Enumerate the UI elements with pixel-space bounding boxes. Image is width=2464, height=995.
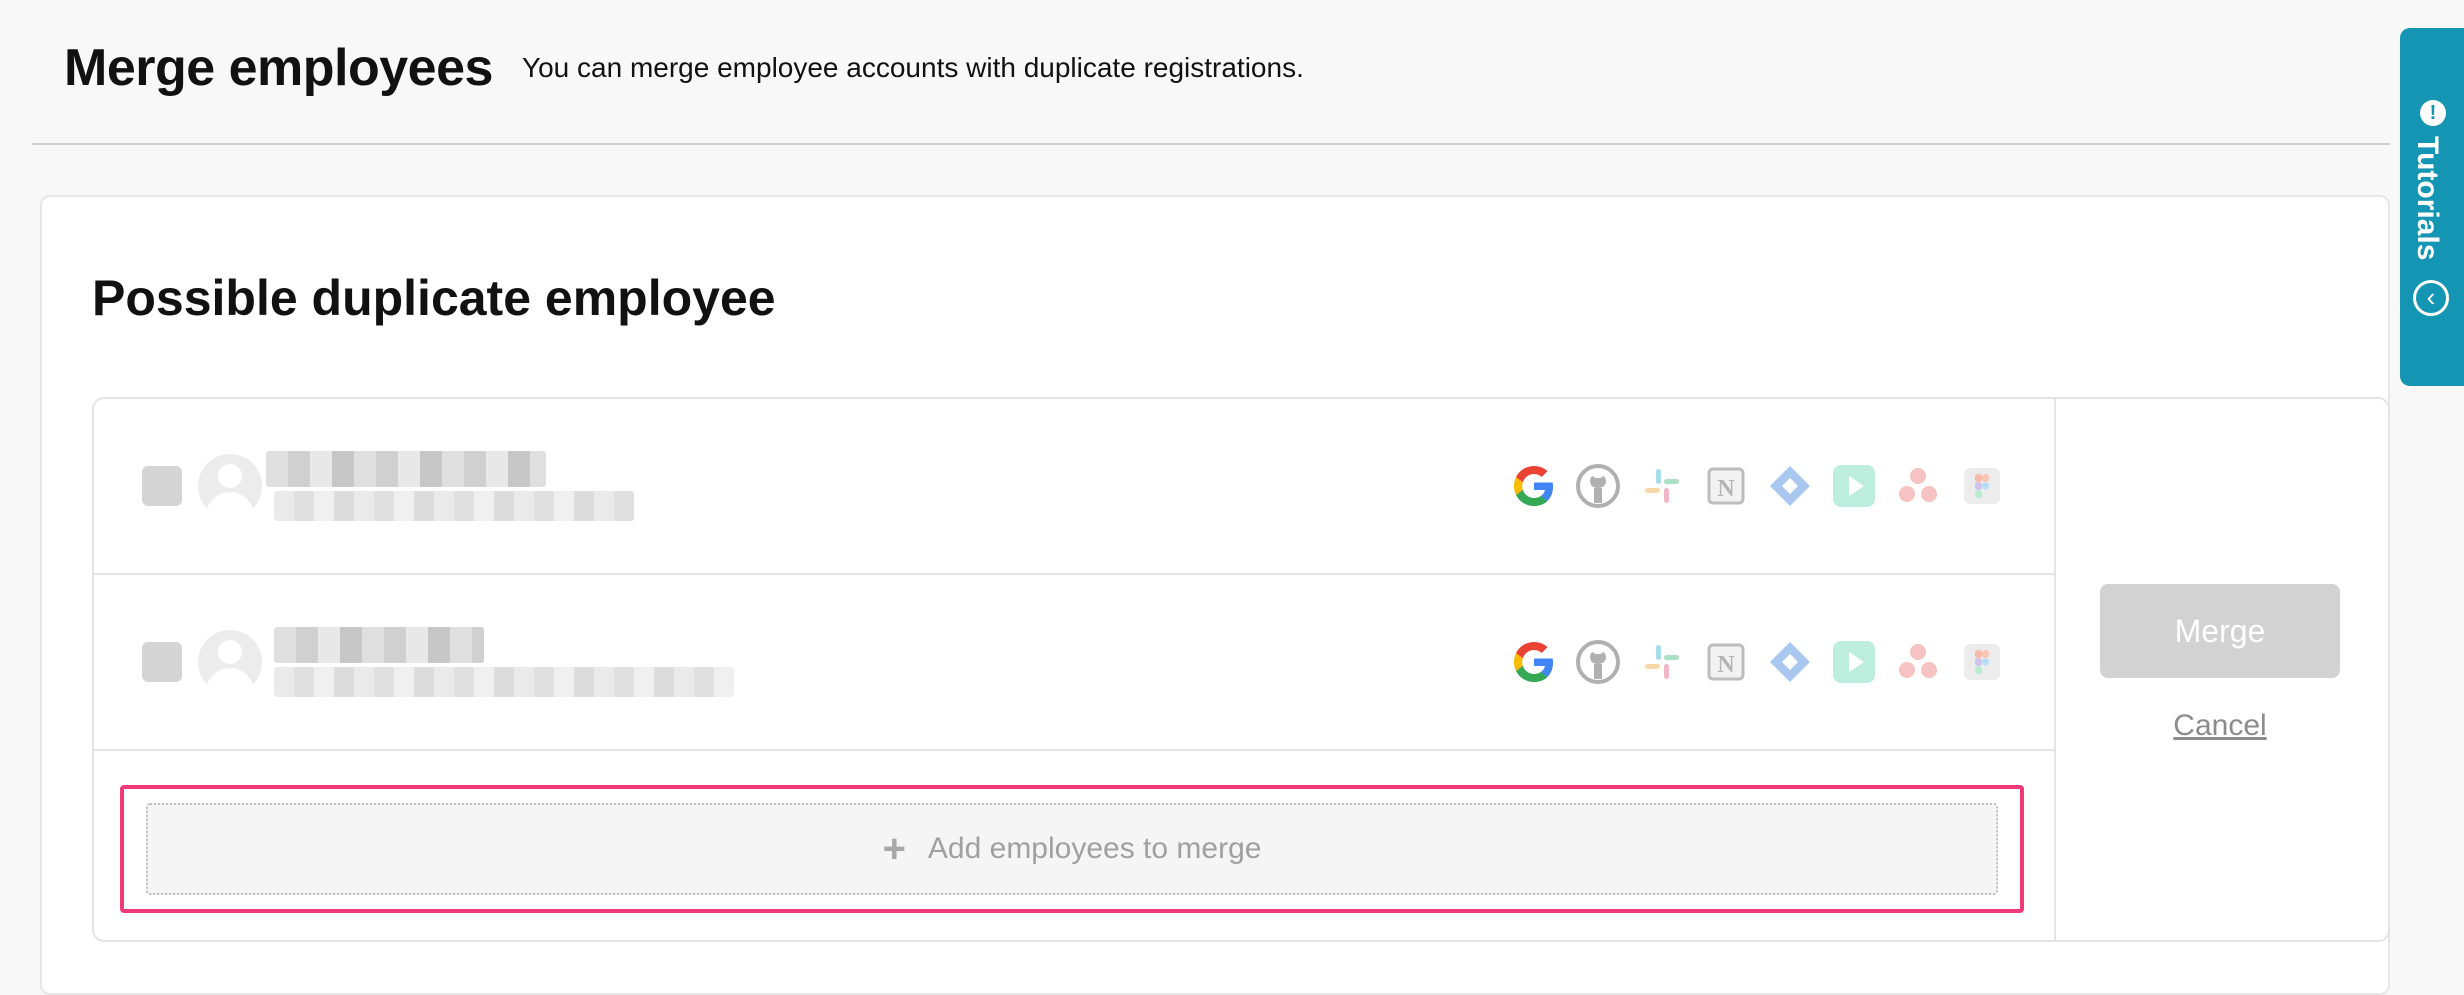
page-description: You can merge employee accounts with dup… bbox=[522, 52, 1304, 83]
page-header: Merge employees You can merge employee a… bbox=[0, 0, 2400, 145]
header-divider bbox=[32, 143, 2390, 145]
employee-checkbox[interactable] bbox=[142, 466, 182, 506]
cancel-link[interactable]: Cancel bbox=[2100, 709, 2340, 743]
employee-name-redacted bbox=[266, 451, 546, 487]
avatar bbox=[198, 454, 262, 518]
slack-icon bbox=[1645, 469, 1679, 503]
merge-button[interactable]: Merge bbox=[2100, 584, 2340, 678]
avatar bbox=[198, 630, 262, 694]
svg-text:N: N bbox=[1717, 476, 1735, 502]
service-icons: N bbox=[1509, 637, 2007, 687]
employee-row: N bbox=[94, 575, 2054, 751]
employee-rows: N N + Add employees to merge bbox=[94, 399, 2056, 940]
google-icon bbox=[1514, 642, 1553, 682]
add-employees-highlight: + Add employees to merge bbox=[120, 785, 2024, 913]
info-icon: ! bbox=[2420, 100, 2446, 126]
plus-icon: + bbox=[882, 826, 906, 871]
employee-row: N bbox=[94, 399, 2054, 575]
tutorials-label: Tutorials bbox=[2411, 136, 2444, 261]
notion-icon: N bbox=[1707, 467, 1745, 505]
figma-icon bbox=[1964, 468, 2000, 504]
add-employees-label: Add employees to merge bbox=[927, 832, 1262, 865]
asana-icon bbox=[1899, 644, 1937, 678]
duplicate-list: N N + Add employees to merge Merge Cance… bbox=[92, 397, 2390, 942]
github-icon bbox=[1576, 640, 1620, 684]
slack-icon bbox=[1645, 645, 1679, 679]
page-title: Merge employees bbox=[64, 39, 493, 97]
tutorials-tab[interactable]: ! Tutorials ‹ bbox=[2400, 28, 2464, 386]
figma-icon bbox=[1964, 644, 2000, 680]
github-icon bbox=[1576, 464, 1620, 508]
employee-checkbox[interactable] bbox=[142, 642, 182, 682]
duplicate-card: Possible duplicate employee N N + Add em… bbox=[40, 195, 2390, 995]
jira-icon bbox=[1770, 466, 1810, 506]
service-icons: N bbox=[1509, 461, 2007, 511]
svg-text:N: N bbox=[1717, 652, 1735, 678]
section-title: Possible duplicate employee bbox=[92, 270, 776, 326]
notion-icon: N bbox=[1707, 643, 1745, 681]
google-icon bbox=[1514, 466, 1553, 506]
asana-icon bbox=[1899, 468, 1937, 502]
play-app-icon bbox=[1833, 641, 1875, 683]
employee-email-redacted bbox=[274, 667, 734, 697]
jira-icon bbox=[1770, 642, 1810, 682]
employee-name-redacted bbox=[274, 627, 484, 663]
play-app-icon bbox=[1833, 465, 1875, 507]
chevron-left-icon[interactable]: ‹ bbox=[2413, 280, 2449, 316]
employee-email-redacted bbox=[274, 491, 634, 521]
add-employees-button[interactable]: + Add employees to merge bbox=[146, 803, 1998, 895]
